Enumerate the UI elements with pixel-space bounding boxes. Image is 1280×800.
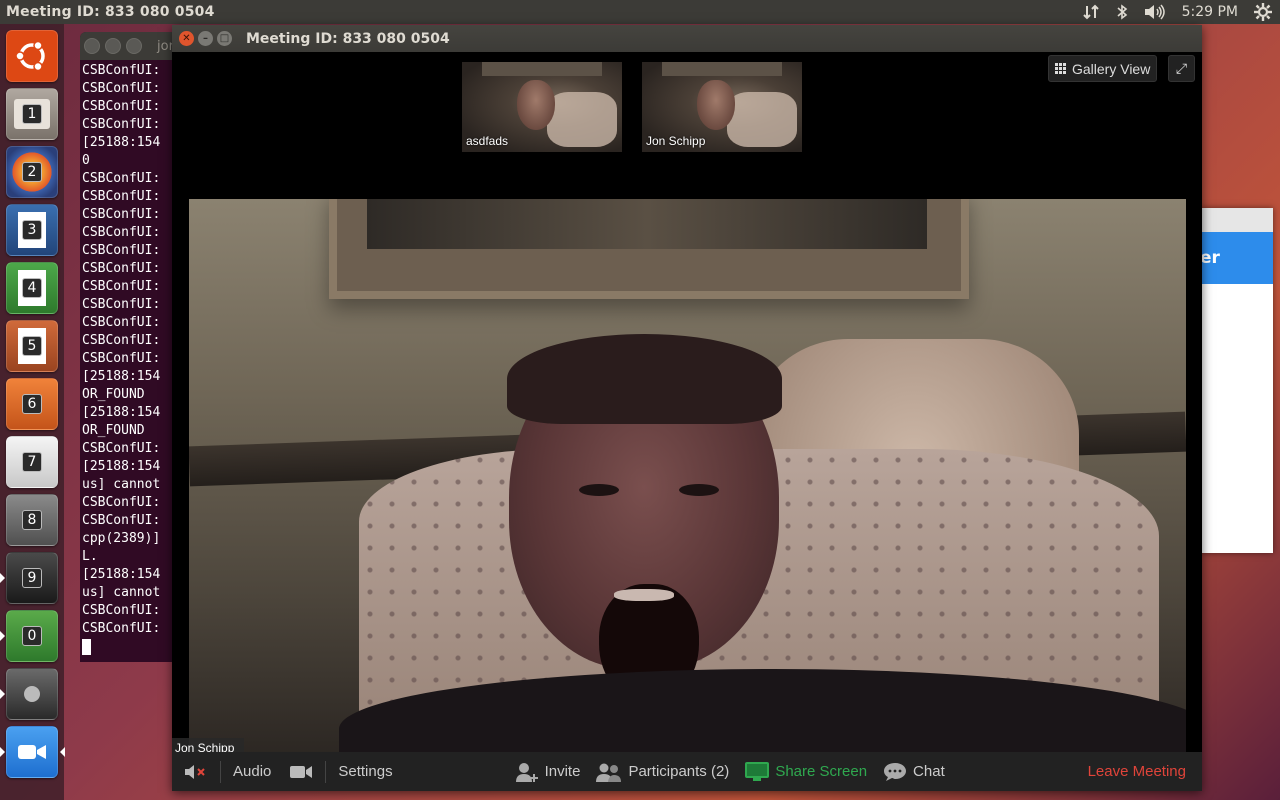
background-dialog[interactable]: er xyxy=(1200,208,1273,553)
close-icon[interactable]: ✕ xyxy=(179,31,194,46)
minimize-icon[interactable]: – xyxy=(198,31,213,46)
running-indicator xyxy=(0,747,5,757)
wall-picture xyxy=(329,199,969,299)
dialog-banner-text: er xyxy=(1200,248,1220,268)
grid-icon xyxy=(1055,63,1066,74)
dialog-body xyxy=(1200,284,1273,553)
gallery-view-label: Gallery View xyxy=(1072,60,1151,77)
launcher: 1 2 3 4 5 6 7 8 9 0 xyxy=(0,24,65,800)
launcher-number-8: 8 xyxy=(22,510,42,530)
amazon-icon[interactable]: 7 xyxy=(6,436,58,488)
calc-icon[interactable]: 4 xyxy=(6,262,58,314)
participants-icon xyxy=(596,762,622,782)
impress-icon[interactable]: 5 xyxy=(6,320,58,372)
share-screen-button[interactable]: Share Screen xyxy=(745,761,868,782)
indicator-area: 5:29 PM xyxy=(1082,3,1280,21)
launcher-number-7: 7 xyxy=(22,452,42,472)
participant-thumbnail[interactable]: Jon Schipp xyxy=(642,62,802,152)
running-indicator xyxy=(0,689,5,699)
active-speaker-video[interactable] xyxy=(189,199,1186,759)
terminal-icon[interactable]: 9 xyxy=(0,552,58,604)
launcher-number-5: 5 xyxy=(22,336,42,356)
leave-meeting-label: Leave Meeting xyxy=(1087,763,1186,780)
launcher-number-0: 0 xyxy=(22,626,42,646)
maximize-icon[interactable]: □ xyxy=(217,31,232,46)
speaker-muted-icon xyxy=(184,764,208,780)
firefox-icon[interactable]: 2 xyxy=(6,146,58,198)
zoom-meeting-window: ✕ – □ Meeting ID: 833 080 0504 asdfads J… xyxy=(172,25,1202,791)
add-person-icon xyxy=(515,762,539,782)
chat-label: Chat xyxy=(913,763,945,780)
zoom-window-title: Meeting ID: 833 080 0504 xyxy=(246,30,450,47)
meeting-toolbar: Audio Settings Invite Participants (2) S… xyxy=(172,752,1202,791)
invite-button[interactable]: Invite xyxy=(515,762,581,782)
participant-name: Jon Schipp xyxy=(646,134,706,148)
software-center-icon[interactable]: 6 xyxy=(6,378,58,430)
volume-icon[interactable] xyxy=(1144,4,1166,20)
updater-icon[interactable]: 0 xyxy=(0,610,58,662)
maximize-icon[interactable] xyxy=(126,38,142,54)
participant-thumbnail[interactable]: asdfads xyxy=(462,62,622,152)
bluetooth-icon[interactable] xyxy=(1116,4,1128,20)
launcher-number-4: 4 xyxy=(22,278,42,298)
mute-button[interactable] xyxy=(184,764,208,780)
running-indicator xyxy=(0,631,5,641)
settings-gear-icon[interactable] xyxy=(1254,3,1272,21)
top-panel: Meeting ID: 833 080 0504 5:29 PM xyxy=(0,0,1280,24)
zoom-titlebar: ✕ – □ Meeting ID: 833 080 0504 xyxy=(172,25,1202,52)
chat-bubble-icon xyxy=(883,762,907,782)
network-icon[interactable] xyxy=(1082,4,1100,20)
focused-indicator xyxy=(60,747,65,757)
chat-button[interactable]: Chat xyxy=(883,762,945,782)
zoom-icon[interactable] xyxy=(0,726,65,778)
gallery-view-button[interactable]: Gallery View xyxy=(1048,55,1158,82)
audio-label: Audio xyxy=(233,763,272,780)
video-camera-icon xyxy=(289,765,313,779)
meeting-content: asdfads Jon Schipp Gallery View ⤢ Jon Sc… xyxy=(172,52,1202,791)
expand-icon: ⤢ xyxy=(1175,60,1188,77)
fullscreen-button[interactable]: ⤢ xyxy=(1168,55,1195,82)
terminal-title: jor xyxy=(157,38,174,54)
participants-label: Participants (2) xyxy=(628,763,730,780)
launcher-number-3: 3 xyxy=(22,220,42,240)
files-app-icon[interactable]: 1 xyxy=(6,88,58,140)
terminal-cursor xyxy=(82,638,91,655)
dialog-banner: er xyxy=(1200,232,1273,284)
video-button[interactable] xyxy=(289,765,313,779)
audio-button[interactable]: Audio xyxy=(233,763,271,780)
participants-button[interactable]: Participants (2) xyxy=(596,762,729,782)
writer-icon[interactable]: 3 xyxy=(6,204,58,256)
launcher-number-9: 9 xyxy=(22,568,42,588)
settings-button[interactable]: Settings xyxy=(338,763,392,780)
dialog-titlebar xyxy=(1200,208,1273,232)
launcher-number-2: 2 xyxy=(22,162,42,182)
close-icon[interactable] xyxy=(84,38,100,54)
leave-meeting-button[interactable]: Leave Meeting xyxy=(1088,763,1186,780)
running-indicator xyxy=(0,573,5,583)
invite-label: Invite xyxy=(544,763,581,780)
active-window-title: Meeting ID: 833 080 0504 xyxy=(6,4,215,20)
settings-label: Settings xyxy=(338,763,393,780)
ubuntu-logo-icon[interactable] xyxy=(6,30,58,82)
disk-icon[interactable] xyxy=(0,668,58,720)
participant-name: asdfads xyxy=(466,134,509,148)
launcher-number-1: 1 xyxy=(22,104,42,124)
share-screen-icon xyxy=(745,761,770,782)
share-screen-label: Share Screen xyxy=(775,763,868,780)
launcher-number-6: 6 xyxy=(22,394,42,414)
clock[interactable]: 5:29 PM xyxy=(1182,4,1238,20)
system-settings-icon[interactable]: 8 xyxy=(6,494,58,546)
minimize-icon[interactable] xyxy=(105,38,121,54)
